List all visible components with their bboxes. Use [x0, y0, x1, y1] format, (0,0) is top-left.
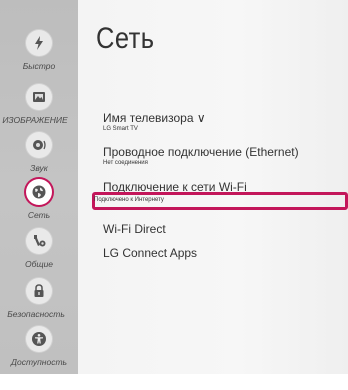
sidebar-item-label: Общие: [24, 259, 54, 269]
sidebar-item-general[interactable]: Общие: [0, 228, 78, 278]
menu-item-tv-name[interactable]: Имя телевизора ∨ LG Smart TV: [103, 111, 206, 132]
focus-highlight[interactable]: Подключено к Интернету: [92, 192, 348, 210]
settings-screen: Быстро ИЗОБРАЖЕНИЕ Звук Сеть Общие Безоп…: [0, 0, 348, 390]
sidebar-item-label: Быстро: [22, 61, 56, 71]
sidebar-item-label: Звук: [30, 163, 48, 173]
sidebar-item-label: Доступность: [11, 357, 67, 367]
settings-sidebar: Быстро ИЗОБРАЖЕНИЕ Звук Сеть Общие Безоп…: [0, 0, 78, 374]
menu-item-lg-connect-apps[interactable]: LG Connect Apps: [103, 246, 197, 260]
menu-item-value: LG Smart TV: [103, 126, 138, 132]
menu-item-label: LG Connect Apps: [103, 246, 198, 260]
sidebar-item-picture[interactable]: ИЗОБРАЖЕНИЕ: [0, 84, 78, 134]
menu-item-ethernet[interactable]: Проводное подключение (Ethernet) Нет сое…: [103, 145, 299, 166]
sidebar-item-label: Сеть: [27, 210, 51, 220]
sidebar-icon-bg: [26, 278, 52, 304]
menu-item-label: Проводное подключение (Ethernet): [103, 145, 299, 159]
sidebar-icon-bg: [26, 132, 52, 158]
picture-icon: [33, 92, 45, 102]
speaker-icon: [33, 140, 46, 150]
menu-item-label: Имя телевизора ∨: [103, 111, 206, 125]
globe-icon: [32, 185, 46, 199]
lock-icon: [34, 284, 44, 297]
sidebar-icon-bg: [26, 326, 52, 352]
sidebar-item-network[interactable]: Сеть: [0, 179, 78, 229]
lightning-icon: [35, 36, 43, 50]
sidebar-item-security[interactable]: Безопасность: [0, 278, 78, 328]
bottom-strip: [0, 374, 348, 390]
accessibility-icon: [32, 332, 46, 346]
sidebar-icon-bg: [26, 30, 52, 56]
sidebar-item-label: Безопасность: [7, 309, 65, 319]
menu-item-value: Подключено к Интернету: [94, 197, 164, 203]
sidebar-icon-bg-active: [26, 179, 52, 205]
sidebar-icon-bg: [26, 228, 52, 254]
page-title: Сеть: [96, 22, 155, 55]
sidebar-item-sound[interactable]: Звук: [0, 132, 78, 182]
menu-item-wifi-direct[interactable]: Wi-Fi Direct: [103, 222, 166, 236]
wrench-gear-icon: [34, 235, 46, 247]
sidebar-item-accessibility[interactable]: Доступность: [0, 326, 78, 376]
menu-item-label: Wi-Fi Direct: [103, 222, 166, 236]
sidebar-item-quick[interactable]: Быстро: [0, 30, 78, 80]
sidebar-item-label: ИЗОБРАЖЕНИЕ: [2, 115, 68, 125]
menu-item-value: Нет соединения: [103, 160, 148, 166]
sidebar-icon-bg: [26, 84, 52, 110]
